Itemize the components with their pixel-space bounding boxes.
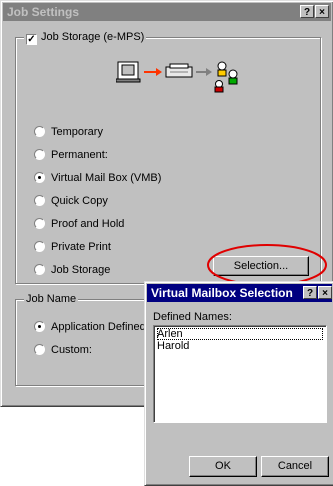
job-name-custom[interactable]: Custom: <box>34 344 92 356</box>
option-permanent-label: Permanent: <box>51 149 108 161</box>
radio-proof-hold[interactable] <box>34 218 45 229</box>
radio-app-defined[interactable] <box>34 321 45 332</box>
job-storage-checkbox[interactable]: ✓ Job Storage (e-MPS) <box>24 31 147 45</box>
radio-temporary[interactable] <box>34 126 45 137</box>
ok-button-label: OK <box>215 460 231 472</box>
users-icon <box>214 61 238 93</box>
job-name-app-defined[interactable]: Application Defined <box>34 321 146 333</box>
job-storage-check-label: Job Storage (e-MPS) <box>41 31 145 43</box>
defined-names-label: Defined Names: <box>153 311 232 323</box>
red-arrow-icon <box>144 68 162 76</box>
ok-button[interactable]: OK <box>189 456 257 477</box>
help-button[interactable]: ? <box>300 5 314 18</box>
close-button[interactable]: × <box>315 5 329 18</box>
radio-vmb[interactable] <box>34 172 45 183</box>
job-storage-check-box[interactable]: ✓ <box>26 34 37 45</box>
option-proof-hold-label: Proof and Hold <box>51 218 125 230</box>
radio-permanent[interactable] <box>34 149 45 160</box>
job-name-group-label: Job Name <box>24 293 79 305</box>
selection-button[interactable]: Selection... <box>213 256 309 276</box>
option-vmb[interactable]: Virtual Mail Box (VMB) <box>34 172 161 184</box>
radio-job-storage[interactable] <box>34 264 45 275</box>
list-item[interactable]: Harold <box>157 340 323 352</box>
radio-private-print[interactable] <box>34 241 45 252</box>
option-vmb-label: Virtual Mail Box (VMB) <box>51 172 162 184</box>
option-quick-copy[interactable]: Quick Copy <box>34 195 108 207</box>
job-name-app-defined-label: Application Defined <box>51 321 146 333</box>
vmb-help-button[interactable]: ? <box>303 286 317 299</box>
option-job-storage[interactable]: Job Storage <box>34 264 110 276</box>
option-private-print-label: Private Print <box>51 241 111 253</box>
radio-custom[interactable] <box>34 344 45 355</box>
option-temporary-label: Temporary <box>51 126 103 138</box>
gray-arrow-icon <box>196 68 212 76</box>
list-item[interactable]: Arlen <box>157 328 323 340</box>
option-temporary[interactable]: Temporary <box>34 126 103 138</box>
option-private-print[interactable]: Private Print <box>34 241 111 253</box>
monitor-icon <box>115 61 141 83</box>
cancel-button[interactable]: Cancel <box>261 456 329 477</box>
job-name-group: Job Name <box>15 293 147 386</box>
radio-quick-copy[interactable] <box>34 195 45 206</box>
vmb-title: Virtual Mailbox Selection <box>151 286 293 300</box>
vmb-titlebar[interactable]: Virtual Mailbox Selection ? × <box>147 284 332 302</box>
vmb-close-button[interactable]: × <box>318 286 332 299</box>
workflow-illustration <box>115 58 246 94</box>
option-permanent[interactable]: Permanent: <box>34 149 108 161</box>
job-name-custom-label: Custom: <box>51 344 92 356</box>
workflow-illustration-svg <box>115 61 238 93</box>
job-settings-titlebar[interactable]: Job Settings ? × <box>3 3 331 21</box>
option-quick-copy-label: Quick Copy <box>51 195 108 207</box>
vmb-dialog: Virtual Mailbox Selection ? × Defined Na… <box>144 281 333 486</box>
job-settings-title: Job Settings <box>7 5 80 19</box>
printer-icon <box>165 63 193 78</box>
option-job-storage-label: Job Storage <box>51 264 111 276</box>
option-proof-hold[interactable]: Proof and Hold <box>34 218 124 230</box>
defined-names-list[interactable]: Arlen Harold <box>153 325 327 423</box>
cancel-button-label: Cancel <box>277 460 313 472</box>
